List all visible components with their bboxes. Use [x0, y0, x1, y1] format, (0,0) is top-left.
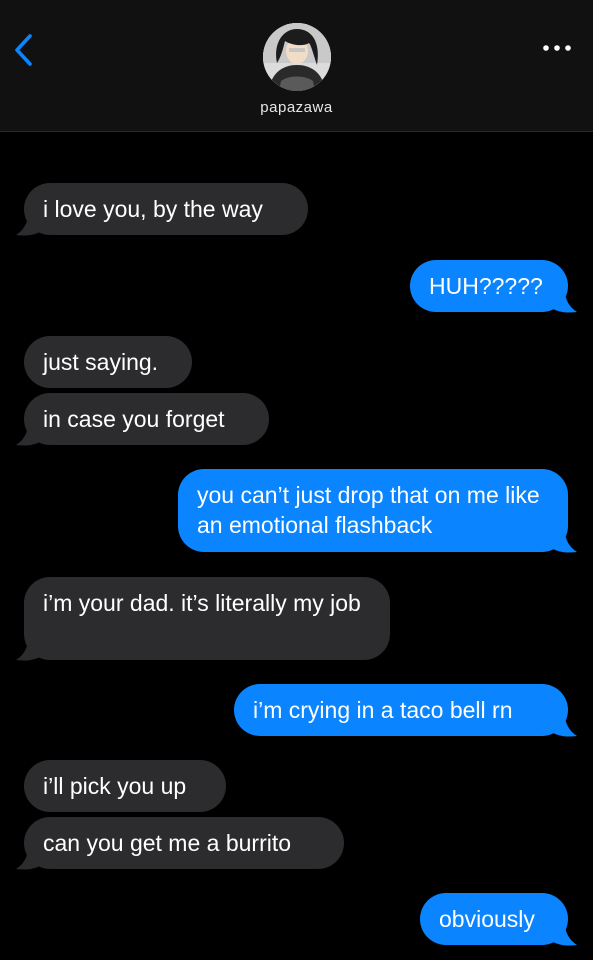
contact-name[interactable]: papazawa	[0, 99, 593, 116]
incoming-message-bubble[interactable]: i’ll pick you up	[24, 760, 226, 812]
incoming-message-bubble[interactable]: can you get me a burrito	[24, 817, 344, 869]
avatar[interactable]	[263, 23, 331, 91]
message-thread: i love you, by the way HUH????? just say…	[0, 131, 593, 960]
more-horizontal-icon[interactable]	[541, 36, 573, 60]
outgoing-message-bubble[interactable]: i’m crying in a taco bell rn	[234, 684, 568, 736]
incoming-message-bubble[interactable]: i’m your dad. it’s literally my job	[24, 577, 390, 660]
conversation-header: papazawa	[0, 0, 593, 132]
outgoing-message-bubble[interactable]: HUH?????	[410, 260, 568, 312]
incoming-message-bubble[interactable]: just saying.	[24, 336, 192, 388]
avatar-portrait-icon	[263, 23, 331, 91]
incoming-message-bubble[interactable]: in case you forget	[24, 393, 269, 445]
outgoing-message-bubble[interactable]: obviously	[420, 893, 568, 945]
incoming-message-bubble[interactable]: i love you, by the way	[24, 183, 308, 235]
chevron-left-icon[interactable]	[10, 32, 40, 68]
outgoing-message-bubble[interactable]: you can’t just drop that on me like an e…	[178, 469, 568, 552]
